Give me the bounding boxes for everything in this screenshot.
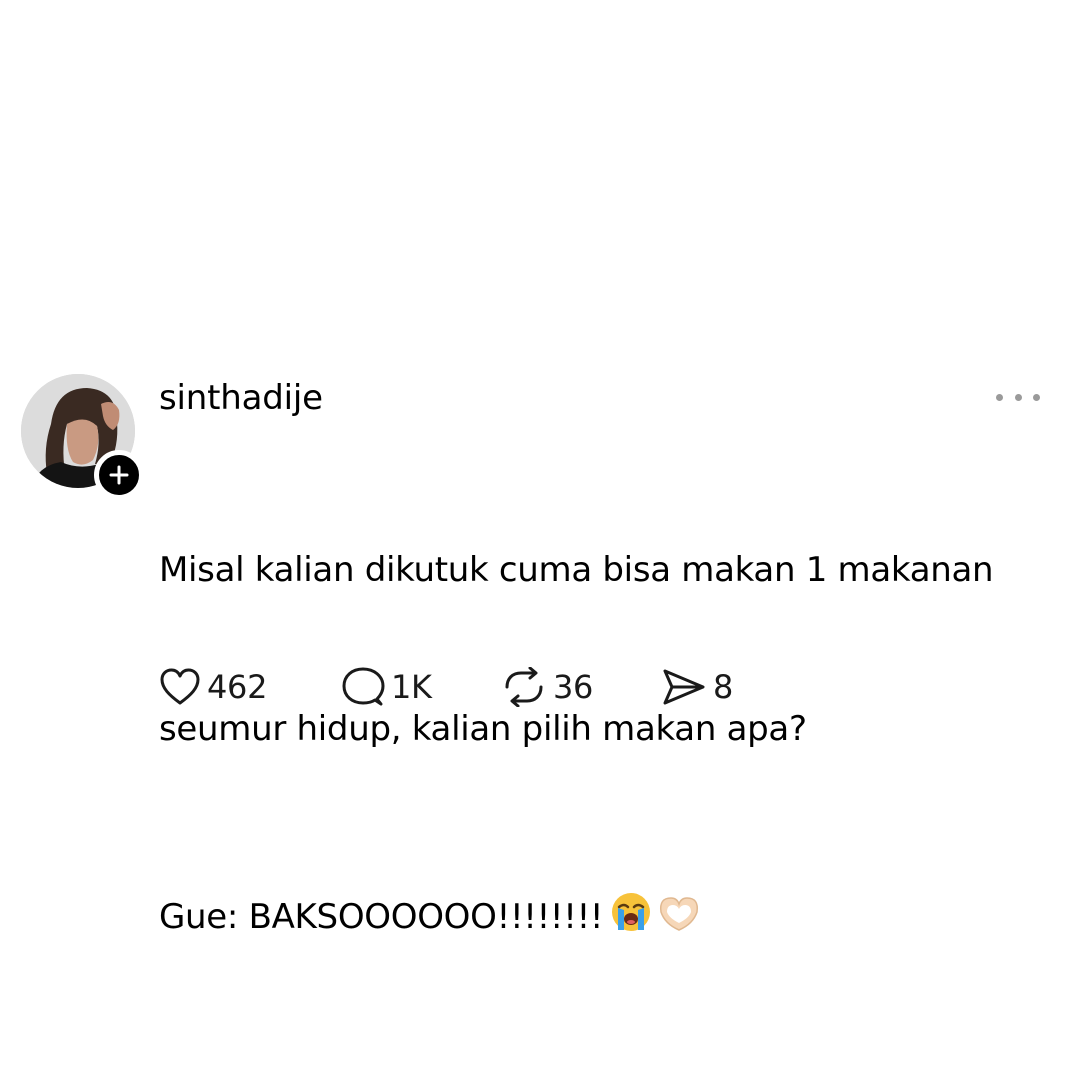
follow-button[interactable] [94,450,144,500]
send-icon [663,669,705,705]
like-count: 462 [207,668,268,706]
comment-icon [342,667,385,706]
reply-button[interactable]: 1K [341,666,501,708]
more-options-button[interactable] [996,383,1040,411]
reply-text: Gue: BAKSOOOOOO!!!!!!!! [159,897,604,937]
post-actions: 462 1K 36 8 [159,662,733,712]
heart-icon [160,668,200,705]
repost-button[interactable]: 36 [501,667,661,707]
username[interactable]: sinthadije [159,376,323,420]
thread-post: sinthadije Misal kalian dikutuk cuma bis… [0,0,1080,1080]
plus-icon [109,465,129,485]
avatar-container [21,374,144,500]
loudly-crying-face-icon [612,893,651,931]
post-text-line: Misal kalian dikutuk cuma bisa makan 1 m… [159,550,994,590]
share-button[interactable]: 8 [661,667,733,707]
heart-hands-icon [660,897,699,931]
more-dot [1014,393,1022,401]
reply-count: 1K [391,668,432,706]
share-count: 8 [713,668,734,706]
post-reply-line: Gue: BAKSOOOOOO!!!!!!!! [159,890,1059,950]
post-text: Misal kalian dikutuk cuma bisa makan 1 m… [159,438,1059,1056]
repost-icon [505,667,543,707]
more-dot [996,393,1003,401]
like-button[interactable]: 462 [159,667,341,707]
more-dot [1033,393,1040,401]
emoji-group [609,890,705,950]
repost-count: 36 [553,668,594,706]
